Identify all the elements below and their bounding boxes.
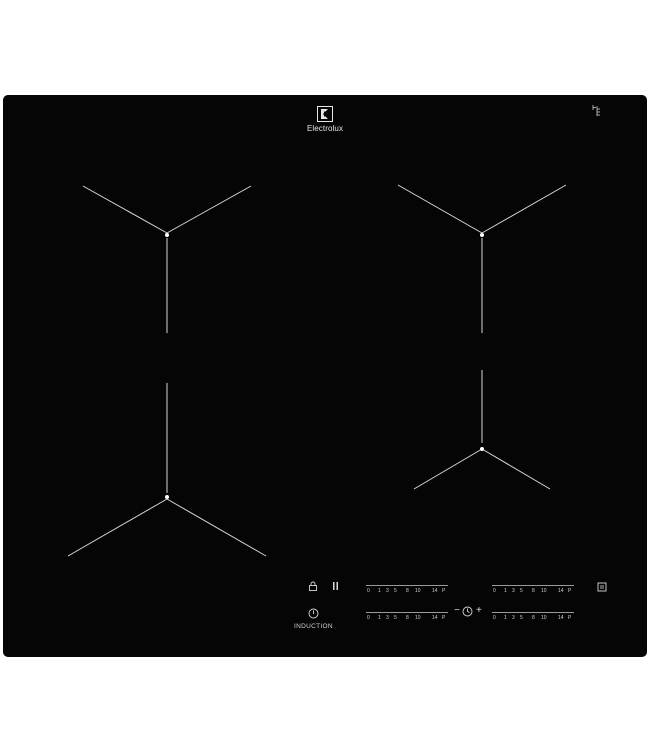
power-icon[interactable] <box>308 608 319 619</box>
scale-label: 10 <box>541 588 547 594</box>
scale-label: 5 <box>394 588 397 594</box>
slider-track <box>366 612 448 613</box>
zone-bottom-left-center-dot <box>165 495 169 499</box>
power-slider-rear-left[interactable]: 0 1 3 5 8 10 14 P <box>366 612 448 626</box>
hood-icon[interactable] <box>597 582 607 592</box>
power-slider-front-right[interactable]: 0 1 3 5 8 10 14 P <box>492 585 574 599</box>
zone-top-right-line-right <box>481 184 567 234</box>
scale-label: 3 <box>386 615 389 621</box>
zone-bottom-right-line-right <box>481 448 551 490</box>
zone-top-left-center-dot <box>165 233 169 237</box>
power-slider-front-left[interactable]: 0 1 3 5 8 10 14 P <box>366 585 448 599</box>
scale-label: 1 <box>504 615 507 621</box>
cooking-zone-markings <box>67 184 567 557</box>
zone-top-right-line-left <box>397 184 483 234</box>
scale-label: 8 <box>532 615 535 621</box>
scale-label: 5 <box>520 615 523 621</box>
scale-label: 1 <box>504 588 507 594</box>
scale-label: 10 <box>415 588 421 594</box>
scale-label: 3 <box>386 588 389 594</box>
induction-label: INDUCTION <box>294 623 333 630</box>
power-slider-rear-right[interactable]: 0 1 3 5 8 10 14 P <box>492 612 574 626</box>
slider-track <box>492 612 574 613</box>
scale-label: 3 <box>512 588 515 594</box>
scale-label: 5 <box>520 588 523 594</box>
scale-label: 5 <box>394 615 397 621</box>
zone-bottom-left-line-left <box>67 498 168 557</box>
induction-cooktop: Electrolux INDUCTION 0 1 3 5 8 10 14 P 0… <box>3 95 647 657</box>
scale-label: 14 <box>432 615 438 621</box>
lock-icon[interactable] <box>308 581 318 591</box>
scale-label: 14 <box>558 615 564 621</box>
electrolux-logo-icon <box>317 106 333 122</box>
zone-bottom-left-line-right <box>166 498 267 557</box>
zone-top-left-line-right <box>166 185 252 234</box>
pause-icon[interactable] <box>331 581 340 591</box>
scale-label: 0 <box>367 588 370 594</box>
slider-track <box>492 585 574 586</box>
brand-badge: Electrolux <box>301 106 349 133</box>
scale-label: 1 <box>378 588 381 594</box>
product-page: Electrolux INDUCTION 0 1 3 5 8 10 14 P 0… <box>0 0 650 750</box>
scale-label: P <box>568 588 572 594</box>
zone-bottom-right-line-left <box>413 448 483 490</box>
scale-label: 8 <box>406 615 409 621</box>
zone-top-right-center-dot <box>480 233 484 237</box>
scale-label: 10 <box>541 615 547 621</box>
sensor-symbol-icon <box>592 105 600 116</box>
scale-label: 8 <box>532 588 535 594</box>
timer-minus-button[interactable]: − <box>454 605 460 617</box>
zone-top-left-line-left <box>82 185 168 234</box>
scale-label: P <box>442 588 446 594</box>
scale-label: 14 <box>558 588 564 594</box>
scale-label: P <box>442 615 446 621</box>
scale-label: 0 <box>493 588 496 594</box>
scale-label: 0 <box>367 615 370 621</box>
scale-label: 1 <box>378 615 381 621</box>
scale-label: 0 <box>493 615 496 621</box>
scale-label: 10 <box>415 615 421 621</box>
timer-plus-button[interactable]: + <box>476 605 482 617</box>
brand-name: Electrolux <box>306 124 344 133</box>
scale-label: P <box>568 615 572 621</box>
scale-label: 3 <box>512 615 515 621</box>
zone-bottom-right-center-dot <box>480 447 484 451</box>
scale-label: 8 <box>406 588 409 594</box>
scale-label: 14 <box>432 588 438 594</box>
timer-icon[interactable] <box>462 606 473 617</box>
slider-track <box>366 585 448 586</box>
